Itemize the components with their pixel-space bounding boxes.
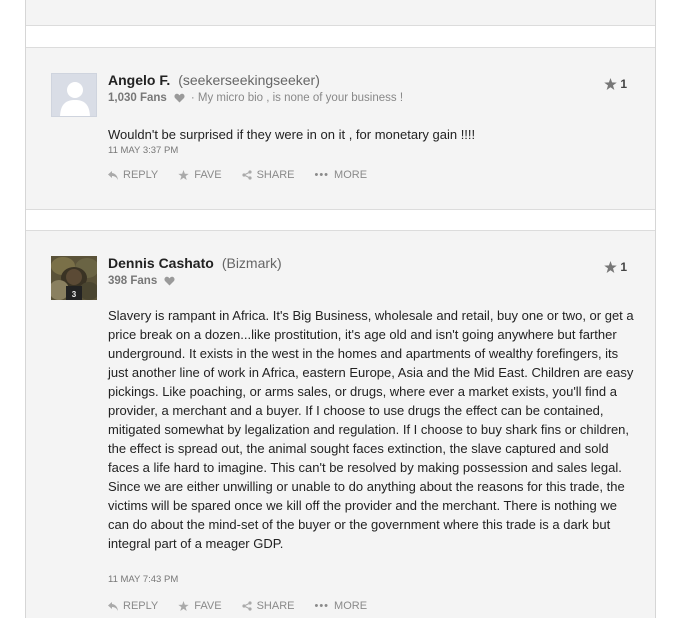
heart-icon[interactable] (164, 276, 175, 286)
user-photo-icon: 3 (51, 256, 97, 300)
score-value: 1 (620, 260, 627, 274)
heart-icon[interactable] (174, 93, 185, 103)
share-button[interactable]: SHARE (241, 169, 295, 181)
fan-count[interactable]: 398 Fans (108, 275, 157, 287)
share-label: SHARE (256, 600, 295, 612)
author-handle[interactable]: (seekerseekingseeker) (178, 72, 320, 88)
micro-bio-text: My micro bio , is none of your business … (197, 92, 404, 104)
star-icon (178, 601, 189, 611)
comment-header: Dennis Cashato (Bizmark) (108, 255, 282, 271)
svg-text:3: 3 (72, 290, 77, 299)
comment-actions: REPLY FAVE SHARE ••• MORE (108, 600, 387, 612)
comment-actions: REPLY FAVE SHARE ••• MORE (108, 169, 387, 181)
more-label: MORE (334, 600, 368, 612)
previous-comment-footer (26, 0, 655, 26)
micro-bio: · My micro bio , is none of your busines… (190, 92, 404, 104)
fave-label: FAVE (194, 169, 222, 181)
avatar[interactable]: 3 (51, 256, 97, 300)
author-meta: 1,030 Fans · My micro bio , is none of y… (108, 92, 403, 104)
comment-body: Slavery is rampant in Africa. It's Big B… (108, 308, 634, 551)
share-icon (241, 170, 252, 180)
reply-label: REPLY (123, 169, 159, 181)
comment-body: Wouldn't be surprised if they were in on… (108, 127, 476, 142)
star-icon (604, 261, 618, 273)
fave-button[interactable]: FAVE (178, 600, 222, 612)
reply-button[interactable]: REPLY (108, 169, 158, 181)
star-icon (178, 170, 189, 180)
person-silhouette-icon (60, 82, 90, 116)
author-meta: 398 Fans (108, 275, 175, 287)
comment-item: 3 Dennis Cashato (Bizmark) 398 Fans 1 Sla… (26, 230, 655, 618)
ellipsis-icon: ••• (314, 600, 330, 612)
star-icon (604, 78, 618, 90)
share-label: SHARE (256, 169, 295, 181)
comment-score[interactable]: 1 (604, 260, 627, 274)
more-label: MORE (334, 169, 368, 181)
comments-column: Angelo F. (seekerseekingseeker) 1,030 Fan… (25, 0, 656, 618)
author-name[interactable]: Dennis Cashato (108, 255, 214, 271)
more-button[interactable]: ••• MORE (314, 600, 367, 612)
comment-header: Angelo F. (seekerseekingseeker) (108, 72, 320, 88)
reply-label: REPLY (123, 600, 159, 612)
more-button[interactable]: ••• MORE (314, 169, 367, 181)
fan-count[interactable]: 1,030 Fans (108, 92, 167, 104)
reply-arrow-icon (108, 170, 118, 180)
comment-item: Angelo F. (seekerseekingseeker) 1,030 Fan… (26, 47, 655, 210)
share-button[interactable]: SHARE (241, 600, 295, 612)
comment-timestamp[interactable]: 11 MAY 3:37 PM (108, 145, 178, 156)
author-name[interactable]: Angelo F. (108, 72, 170, 88)
avatar[interactable] (51, 73, 97, 117)
ellipsis-icon: ••• (314, 169, 330, 181)
author-handle[interactable]: (Bizmark) (222, 255, 282, 271)
fave-button[interactable]: FAVE (178, 169, 222, 181)
fave-label: FAVE (194, 600, 222, 612)
share-icon (241, 601, 252, 611)
comment-timestamp[interactable]: 11 MAY 7:43 PM (108, 574, 178, 585)
reply-arrow-icon (108, 601, 118, 611)
comment-score[interactable]: 1 (604, 77, 627, 91)
reply-button[interactable]: REPLY (108, 600, 158, 612)
score-value: 1 (620, 77, 627, 91)
